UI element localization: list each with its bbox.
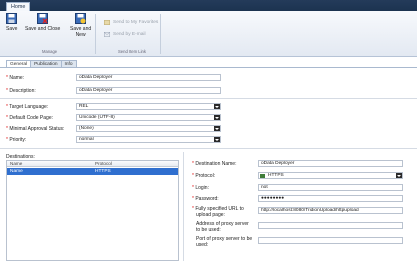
group-label-send: Send Item Link — [118, 49, 146, 54]
destination-name-label: * Destination Name: — [192, 161, 237, 167]
protocol-select[interactable]: HTTPS — [258, 172, 403, 179]
destination-name-input[interactable]: oData Deployer — [258, 160, 403, 167]
ribbon: Save Save and Close Save and New Manage … — [0, 11, 417, 57]
password-input[interactable]: ●●●●●●●● — [258, 195, 403, 202]
proxy-address-input[interactable] — [258, 222, 403, 229]
url-label: * Fully specified URL to upload page: — [192, 206, 244, 218]
approval-status-select[interactable]: (None) — [76, 125, 221, 132]
chevron-down-icon — [214, 115, 220, 120]
column-header-name[interactable]: Name — [10, 161, 22, 166]
login-label: * Login: — [192, 185, 209, 191]
send-by-email-button[interactable]: Send by E-mail — [104, 32, 146, 37]
approval-status-label: * Minimal Approval Status: — [6, 126, 65, 132]
table-header: Name Protocol — [7, 161, 178, 167]
chevron-down-icon — [214, 126, 220, 131]
send-to-favorites-label: Send to My Favorites — [113, 20, 159, 25]
code-page-select[interactable]: Unicode (UTF-8) — [76, 114, 221, 121]
save-new-icon — [75, 13, 87, 24]
save-close-button[interactable]: Save and Close — [25, 13, 60, 32]
save-icon — [6, 13, 18, 24]
protocol-icon — [260, 173, 265, 178]
target-language-select[interactable]: REL — [76, 103, 221, 110]
chevron-down-icon — [214, 104, 220, 109]
divider — [0, 148, 417, 149]
email-icon — [104, 32, 110, 37]
table-row[interactable]: Name HTTPS — [7, 168, 178, 175]
proxy-port-label: Port of proxy server to be used: — [196, 236, 253, 248]
ribbon-tab-bar: Home — [0, 0, 417, 12]
save-label: Save — [6, 26, 18, 32]
login-input[interactable]: not — [258, 184, 403, 191]
destinations-table[interactable]: Name Protocol Name HTTPS — [6, 160, 179, 261]
row-name: Name — [10, 169, 23, 174]
priority-label: * Priority: — [6, 137, 27, 143]
send-to-favorites-button[interactable]: Send to My Favorites — [104, 20, 158, 25]
description-input[interactable]: oData Deployer — [76, 87, 221, 94]
name-input[interactable]: oData Deployer — [76, 74, 221, 81]
save-new-button[interactable]: Save and New — [70, 13, 91, 38]
send-by-email-label: Send by E-mail — [113, 32, 146, 37]
column-header-protocol[interactable]: Protocol — [95, 161, 112, 166]
proxy-address-label: Address of proxy server to be used: — [196, 221, 249, 233]
tab-underline — [0, 67, 417, 68]
priority-select[interactable]: normal — [76, 136, 221, 143]
chevron-down-icon — [396, 173, 402, 178]
favorites-icon — [104, 20, 110, 25]
group-label-manage: Manage — [42, 49, 58, 54]
chevron-down-icon — [214, 137, 220, 142]
name-label: * Name: — [6, 75, 25, 81]
proxy-port-input[interactable] — [258, 237, 403, 244]
panel-divider — [183, 152, 184, 261]
save-close-label: Save and Close — [25, 26, 61, 32]
save-button[interactable]: Save — [6, 13, 17, 32]
row-protocol: HTTPS — [95, 169, 111, 174]
group-divider — [160, 14, 161, 54]
description-label: * Description: — [6, 88, 36, 94]
group-divider — [95, 14, 96, 54]
save-new-label-2: New — [75, 32, 86, 38]
divider — [0, 98, 417, 99]
code-page-label: * Default Code Page: — [6, 115, 53, 121]
save-close-icon — [37, 13, 49, 24]
protocol-label: * Protocol: — [192, 173, 216, 179]
target-language-label: * Target Language: — [6, 104, 49, 110]
password-label: * Password: — [192, 196, 219, 202]
url-input[interactable]: http://localhost:8080/TridionUpload/http… — [258, 207, 403, 214]
